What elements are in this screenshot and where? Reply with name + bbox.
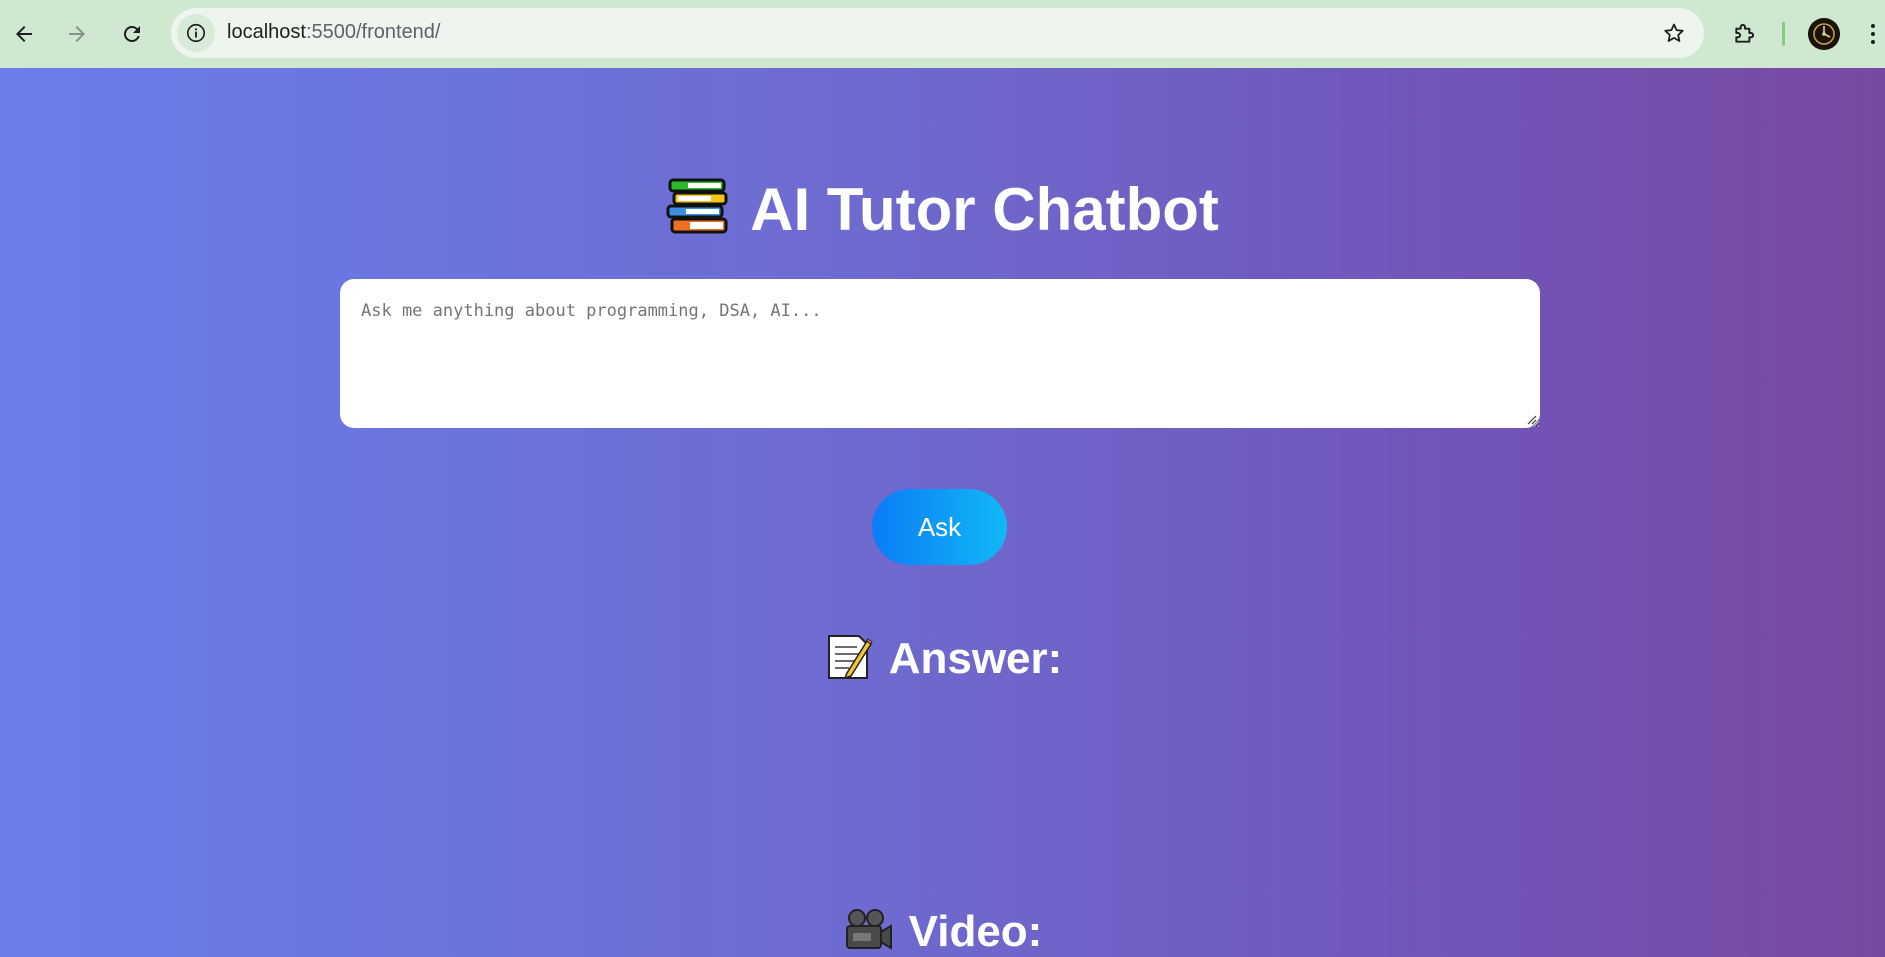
page-title: AI Tutor Chatbot <box>0 176 1885 240</box>
answer-output <box>340 698 1540 878</box>
arrow-left-icon <box>16 26 32 42</box>
puzzle-icon <box>1735 23 1755 43</box>
info-icon <box>186 23 206 43</box>
kebab-menu-icon <box>1871 24 1875 28</box>
browser-toolbar: localhost:5500/frontend/ <box>0 0 1885 68</box>
movie-camera-icon <box>843 906 893 954</box>
question-input[interactable] <box>340 279 1540 428</box>
books-icon <box>666 176 728 236</box>
address-bar[interactable]: localhost:5500/frontend/ <box>171 8 1704 58</box>
title-text: AI Tutor Chatbot <box>750 176 1219 243</box>
extensions-button[interactable] <box>1728 16 1762 50</box>
avatar-image <box>1808 18 1840 50</box>
answer-heading: Answer: <box>0 633 1885 681</box>
page-body: AI Tutor Chatbot Ask Answer: Video: <box>0 68 1885 957</box>
bookmark-button[interactable] <box>1660 19 1688 47</box>
arrow-right-icon <box>69 26 85 42</box>
forward-button[interactable] <box>57 14 97 54</box>
video-heading: Video: <box>0 906 1885 954</box>
star-icon <box>1664 23 1684 42</box>
answer-heading-text: Answer: <box>888 634 1063 683</box>
back-button[interactable] <box>4 14 44 54</box>
toolbar-divider <box>1782 22 1785 46</box>
reload-icon <box>123 25 140 42</box>
url-host: localhost <box>227 21 306 43</box>
ask-button[interactable]: Ask <box>872 489 1007 565</box>
memo-icon <box>823 633 873 681</box>
profile-avatar[interactable] <box>1808 18 1840 50</box>
video-heading-text: Video: <box>908 907 1043 956</box>
site-info-button[interactable] <box>177 14 215 52</box>
browser-menu-button[interactable] <box>1866 18 1880 50</box>
reload-button[interactable] <box>112 14 152 54</box>
url-path: :5500/frontend/ <box>305 21 441 43</box>
url-text[interactable]: localhost:5500/frontend/ <box>227 21 441 44</box>
